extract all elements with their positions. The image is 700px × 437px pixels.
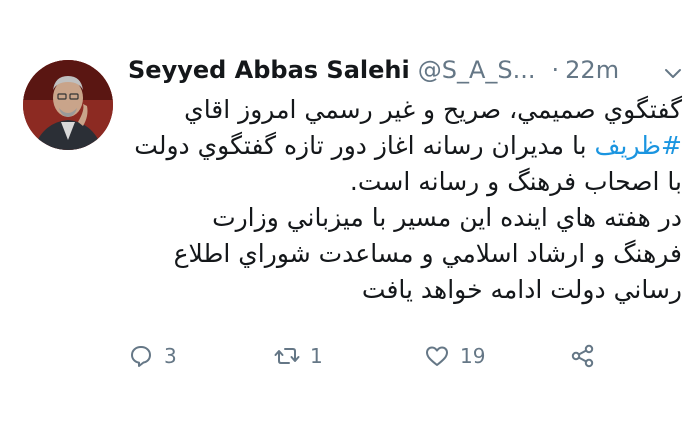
tweet-text-line-2-rest: با مديران رسانه اغاز دور تازه گفتگوي دول… — [134, 131, 595, 160]
like-button[interactable]: 19 — [424, 338, 485, 374]
tweet-text-line-1: گفتگوي صميمي، صريح و غير رسمي امروز اقاي — [184, 95, 682, 124]
reply-button[interactable]: 3 — [128, 338, 177, 374]
tweet-text-line-4: در هفته هاي اينده اين مسير با ميزباني وز… — [212, 203, 682, 232]
retweet-count: 1 — [310, 344, 323, 368]
tweet-header: Seyyed Abbas Salehi @S_A_S... · 22m — [128, 56, 688, 92]
timestamp[interactable]: 22m — [565, 56, 619, 84]
retweet-icon — [274, 348, 300, 364]
avatar-image — [23, 60, 113, 150]
avatar[interactable] — [23, 60, 113, 150]
tweet-text-line-2: #ظريف با مديران رسانه اغاز دور تازه گفتگ… — [128, 128, 682, 164]
retweet-button[interactable]: 1 — [274, 338, 323, 374]
tweet-text-line-5: فرهنگ و ارشاد اسلامي و مساعدت شوراي اطلا… — [173, 239, 682, 268]
author-handle[interactable]: @S_A_S... — [418, 56, 536, 84]
share-button[interactable] — [570, 338, 596, 374]
tweet-text-line-3: با اصحاب فرهنگ و رسانه است. — [349, 167, 682, 196]
heart-icon — [426, 346, 448, 366]
separator-dot: · — [551, 56, 560, 84]
reply-icon — [131, 346, 151, 367]
chevron-down-icon[interactable] — [662, 62, 684, 84]
like-count: 19 — [460, 344, 486, 368]
share-icon — [571, 344, 594, 368]
tweet-text-line-6: رساني دولت ادامه خواهد يافت — [361, 275, 682, 304]
tweet-text: گفتگوي صميمي، صريح و غير رسمي امروز اقاي… — [128, 92, 682, 308]
reply-count: 3 — [164, 344, 177, 368]
tweet-card[interactable]: Seyyed Abbas Salehi @S_A_S... · 22m گفتگ… — [0, 0, 700, 437]
author-name[interactable]: Seyyed Abbas Salehi — [128, 56, 410, 84]
hashtag-link[interactable]: #ظريف — [595, 131, 682, 160]
action-bar: 3 1 19 — [128, 338, 608, 374]
